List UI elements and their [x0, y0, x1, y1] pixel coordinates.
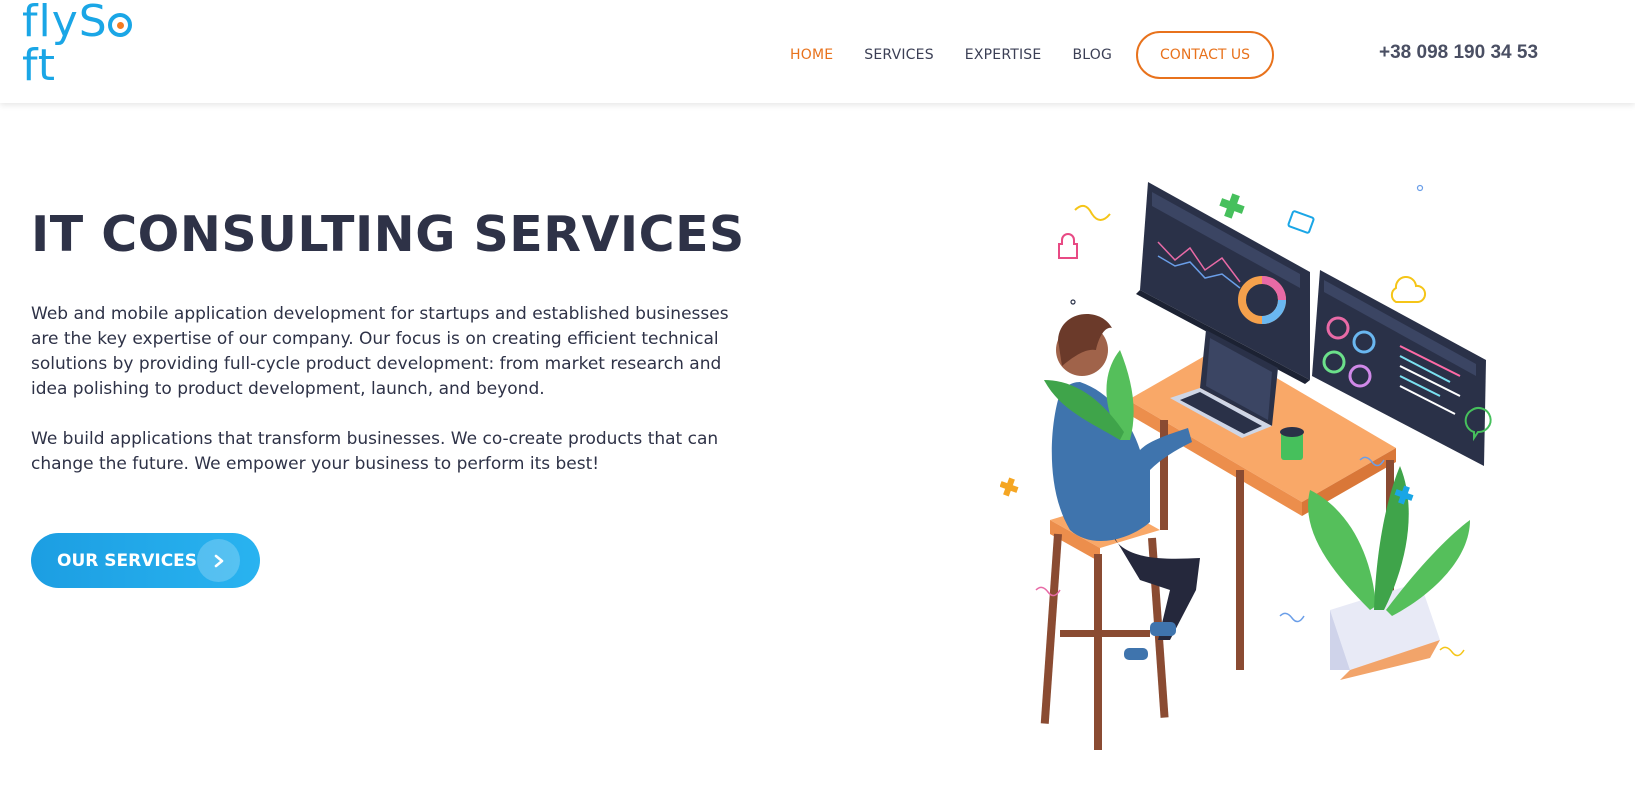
our-services-button[interactable]: OUR SERVICES — [31, 533, 260, 588]
nav-blog[interactable]: BLOG — [1072, 47, 1112, 63]
contact-us-button[interactable]: CONTACT US — [1136, 31, 1275, 79]
developer-workspace-illustration — [1000, 182, 1492, 750]
chevron-right-icon — [197, 539, 240, 582]
site-header: flySft HOME SERVICES EXPERTISE BLOG CONT… — [0, 0, 1635, 103]
developer-person-illustration — [1051, 314, 1200, 660]
nav-services[interactable]: SERVICES — [864, 47, 934, 63]
nav-home[interactable]: HOME — [790, 47, 833, 63]
hero-paragraph-1: Web and mobile application development f… — [31, 304, 729, 399]
logo-wordmark: flySft — [22, 0, 164, 88]
hero-paragraph-2: We build applications that transform bus… — [31, 429, 719, 474]
hero-title: IT CONSULTING SERVICES — [31, 206, 745, 263]
phone-number[interactable]: +38 098 190 34 53 — [1379, 42, 1538, 64]
our-services-label: OUR SERVICES — [57, 550, 198, 571]
nav-expertise[interactable]: EXPERTISE — [965, 47, 1042, 63]
coffee-cup-illustration — [1280, 427, 1304, 460]
flysoft-logo[interactable]: flySft — [22, 0, 164, 88]
logo-o-mark — [107, 13, 132, 37]
main-nav: HOME SERVICES EXPERTISE BLOG CONTACT US — [790, 31, 1275, 79]
